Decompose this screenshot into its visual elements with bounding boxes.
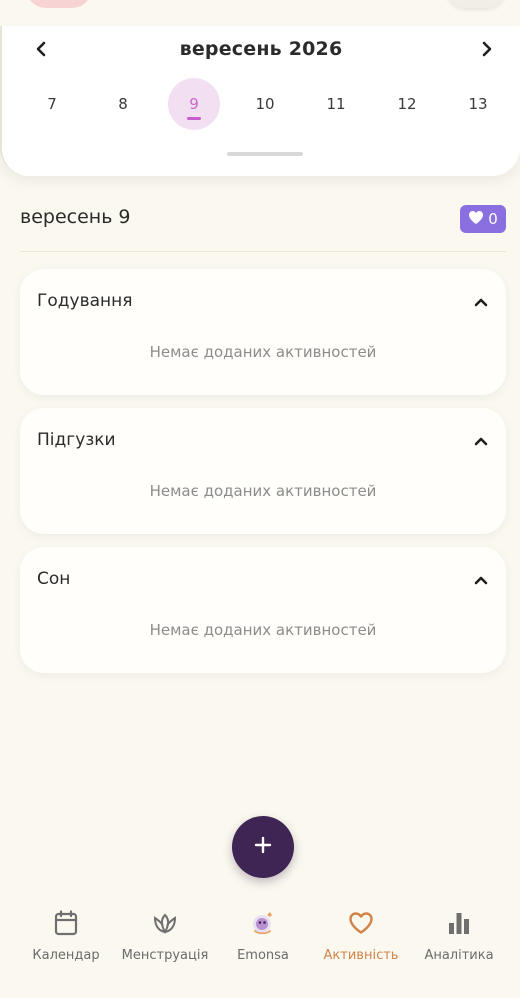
tulip-icon [151, 908, 179, 938]
empty-state-text: Немає доданих активностей [149, 621, 377, 639]
nav-item-emonsa[interactable]: Emonsa [211, 908, 315, 978]
bottom-navigation: Календар Менструація Emonsa Активність А… [0, 900, 520, 998]
heart-icon [468, 210, 484, 229]
top-peek-decoration [26, 0, 92, 8]
section-diapers: Підгузки Немає доданих активностей [20, 408, 506, 534]
mascot-icon [249, 908, 277, 938]
likes-count: 0 [488, 210, 498, 228]
drag-handle[interactable] [227, 152, 303, 156]
day-label: 7 [47, 95, 57, 113]
chevron-up-icon[interactable] [470, 569, 492, 591]
day-label: 10 [255, 95, 275, 113]
nav-label: Аналітика [424, 948, 494, 963]
add-activity-button[interactable] [232, 816, 294, 878]
nav-label: Календар [32, 948, 100, 963]
day-cell[interactable]: 13 [452, 78, 504, 130]
selected-date-heading: вересень 9 [20, 206, 131, 228]
nav-item-activity[interactable]: Активність [309, 908, 413, 978]
chevron-up-icon[interactable] [470, 291, 492, 313]
day-cell[interactable]: 12 [381, 78, 433, 130]
day-cell[interactable]: 7 [26, 78, 78, 130]
day-cell-selected[interactable]: 9 [168, 78, 220, 130]
divider [20, 251, 506, 252]
nav-item-calendar[interactable]: Календар [14, 908, 118, 978]
day-label: 8 [118, 95, 128, 113]
nav-label: Emonsa [237, 948, 289, 963]
plus-icon [253, 835, 273, 859]
day-cell[interactable]: 8 [97, 78, 149, 130]
top-peek-decoration-right [446, 0, 506, 8]
day-cell[interactable]: 10 [239, 78, 291, 130]
day-label: 9 [189, 95, 199, 113]
chevron-right-icon[interactable] [476, 38, 498, 60]
heart-outline-icon [347, 908, 375, 938]
chevron-left-icon[interactable] [30, 38, 52, 60]
month-title: вересень 2026 [179, 38, 343, 60]
section-sleep: Сон Немає доданих активностей [20, 547, 506, 673]
empty-state-text: Немає доданих активностей [149, 482, 377, 500]
likes-badge[interactable]: 0 [460, 205, 506, 233]
selected-day-indicator [187, 117, 201, 120]
nav-label: Активність [323, 948, 399, 963]
day-label: 12 [397, 95, 417, 113]
month-header: вересень 2026 [2, 36, 520, 62]
bar-chart-icon [445, 908, 473, 938]
section-feeding: Годування Немає доданих активностей [20, 269, 506, 395]
week-calendar-card: вересень 2026 7 8 9 10 11 12 13 [0, 26, 520, 176]
section-title: Підгузки [37, 430, 116, 450]
nav-label: Менструація [121, 948, 209, 963]
nav-item-menstruation[interactable]: Менструація [113, 908, 217, 978]
section-title: Сон [37, 569, 71, 589]
day-cell[interactable]: 11 [310, 78, 362, 130]
day-label: 11 [326, 95, 346, 113]
days-row: 7 8 9 10 11 12 13 [26, 78, 504, 130]
nav-item-analytics[interactable]: Аналітика [407, 908, 511, 978]
chevron-up-icon[interactable] [470, 430, 492, 452]
section-title: Годування [37, 291, 133, 311]
empty-state-text: Немає доданих активностей [149, 343, 377, 361]
day-label: 13 [468, 95, 488, 113]
calendar-icon [52, 908, 80, 938]
